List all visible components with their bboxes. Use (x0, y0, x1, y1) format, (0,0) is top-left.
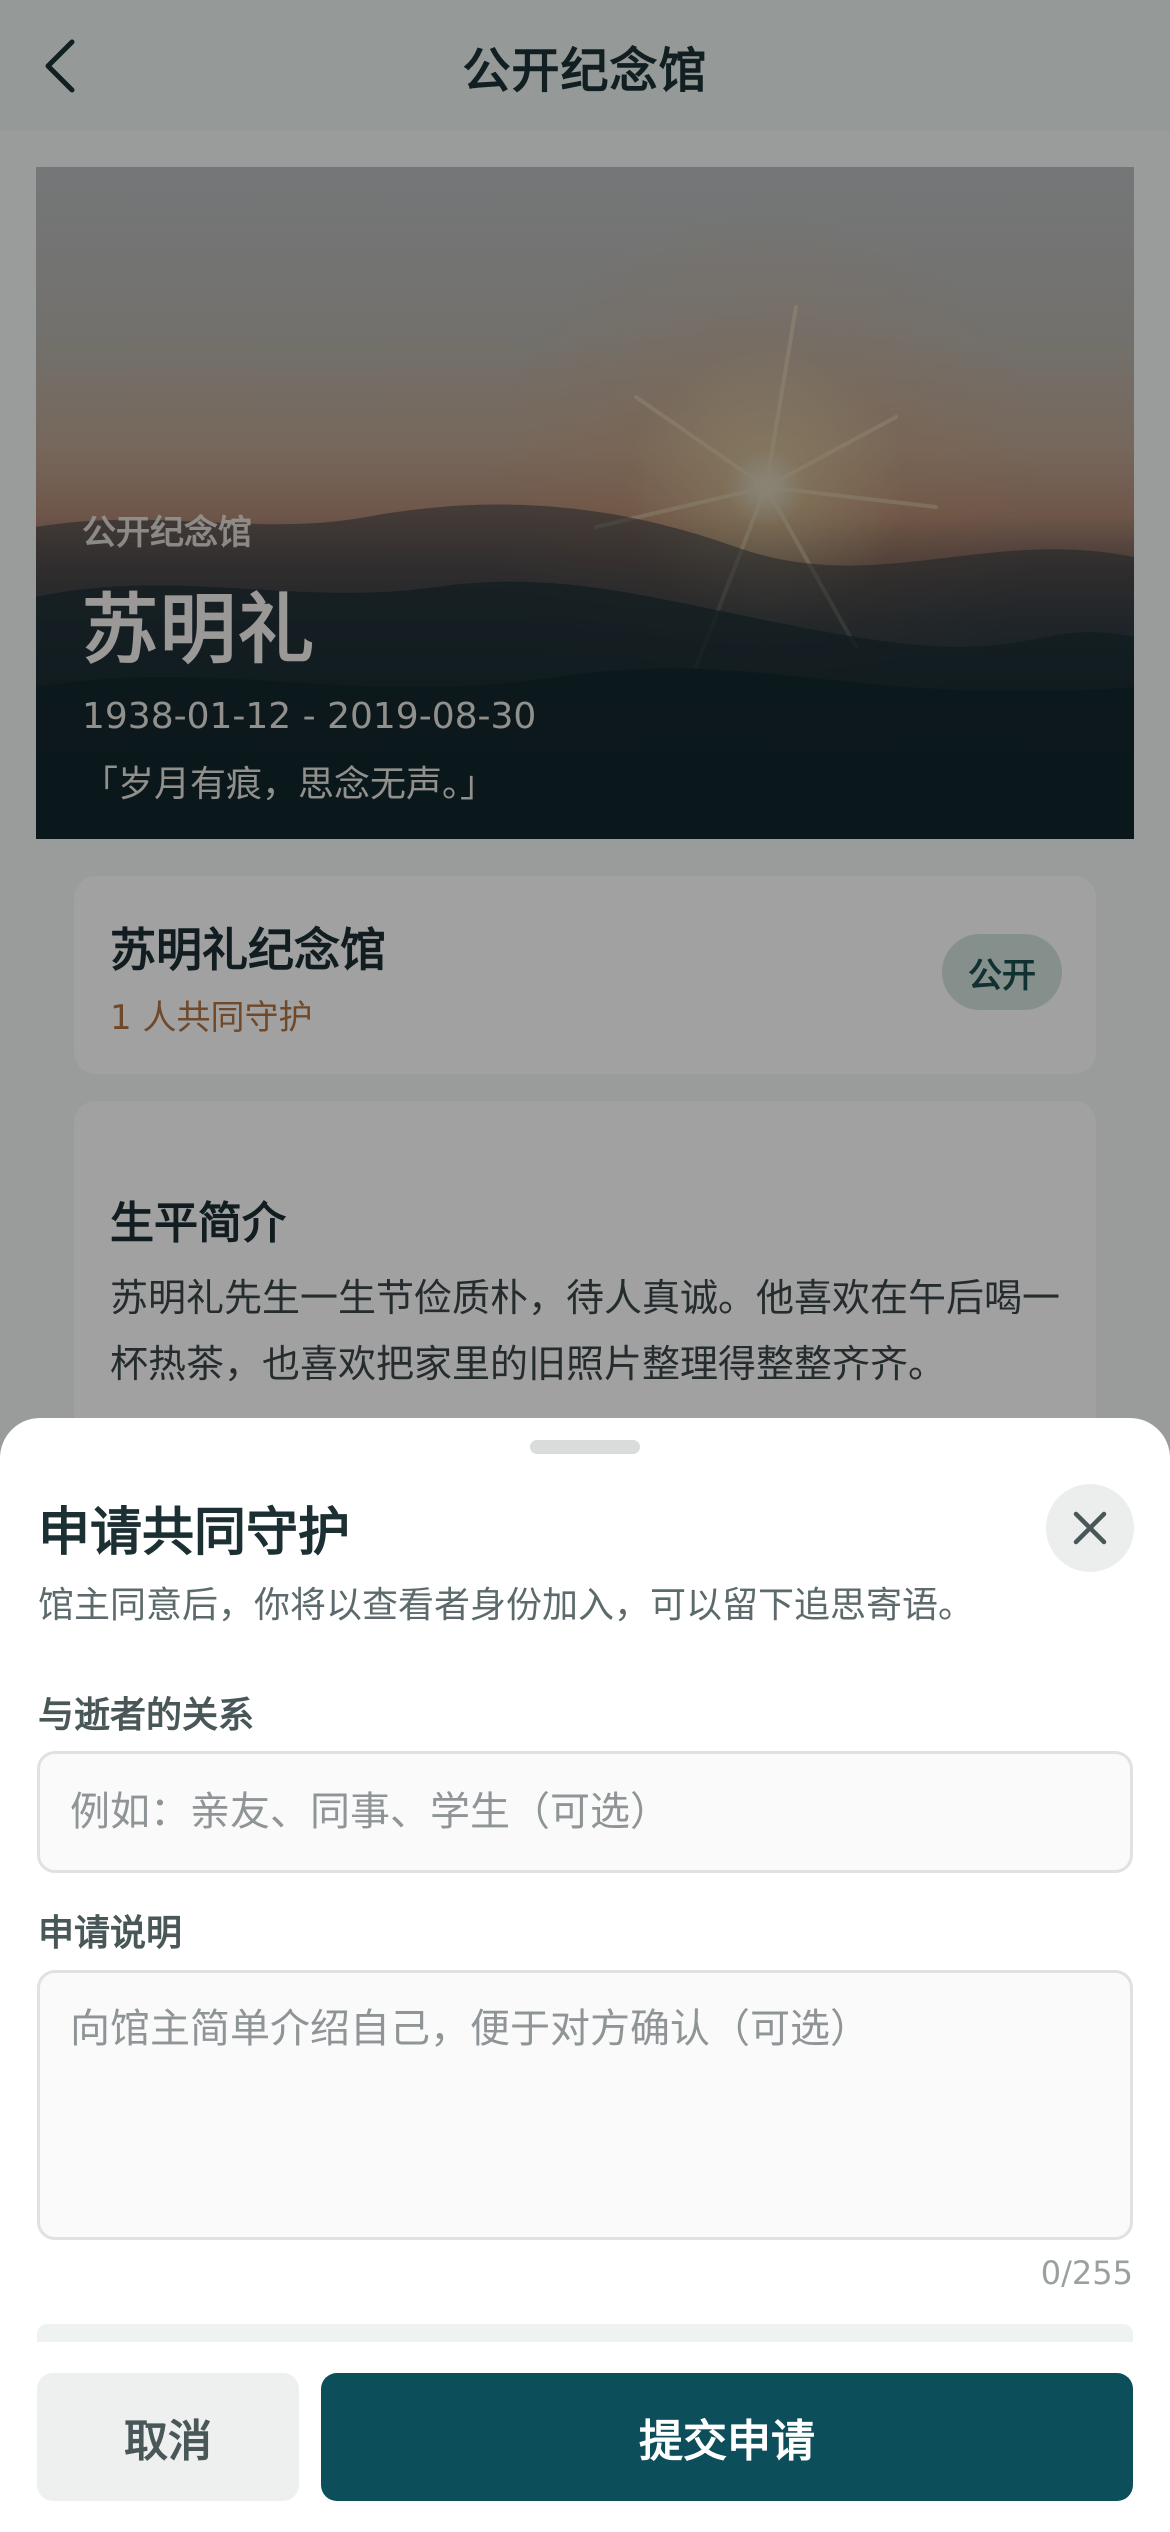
sheet-description: 馆主同意后，你将以查看者身份加入，可以留下追思寄语。 (38, 1585, 975, 1626)
sheet-drag-handle[interactable] (530, 1440, 640, 1454)
relation-input[interactable] (37, 1751, 1133, 1873)
note-textarea[interactable] (37, 1970, 1133, 2240)
sheet-title: 申请共同守护 (38, 1503, 351, 1563)
relation-label: 与逝者的关系 (38, 1695, 255, 1736)
cancel-button[interactable]: 取消 (37, 2373, 299, 2501)
char-counter: 0/255 (1040, 2254, 1133, 2292)
note-label: 申请说明 (38, 1913, 183, 1954)
memorial-page: 公开纪念馆 公开纪念馆 苏明礼 1938-01-12 - 2019-08-30 … (0, 0, 1170, 2532)
apply-guardian-sheet: 申请共同守护 馆主同意后，你将以查看者身份加入，可以留下追思寄语。 与逝者的关系… (0, 1418, 1170, 2532)
submit-application-button[interactable]: 提交申请 (321, 2373, 1133, 2501)
close-button[interactable] (1046, 1484, 1134, 1572)
sheet-divider (37, 2324, 1133, 2342)
close-icon (1073, 1511, 1107, 1545)
